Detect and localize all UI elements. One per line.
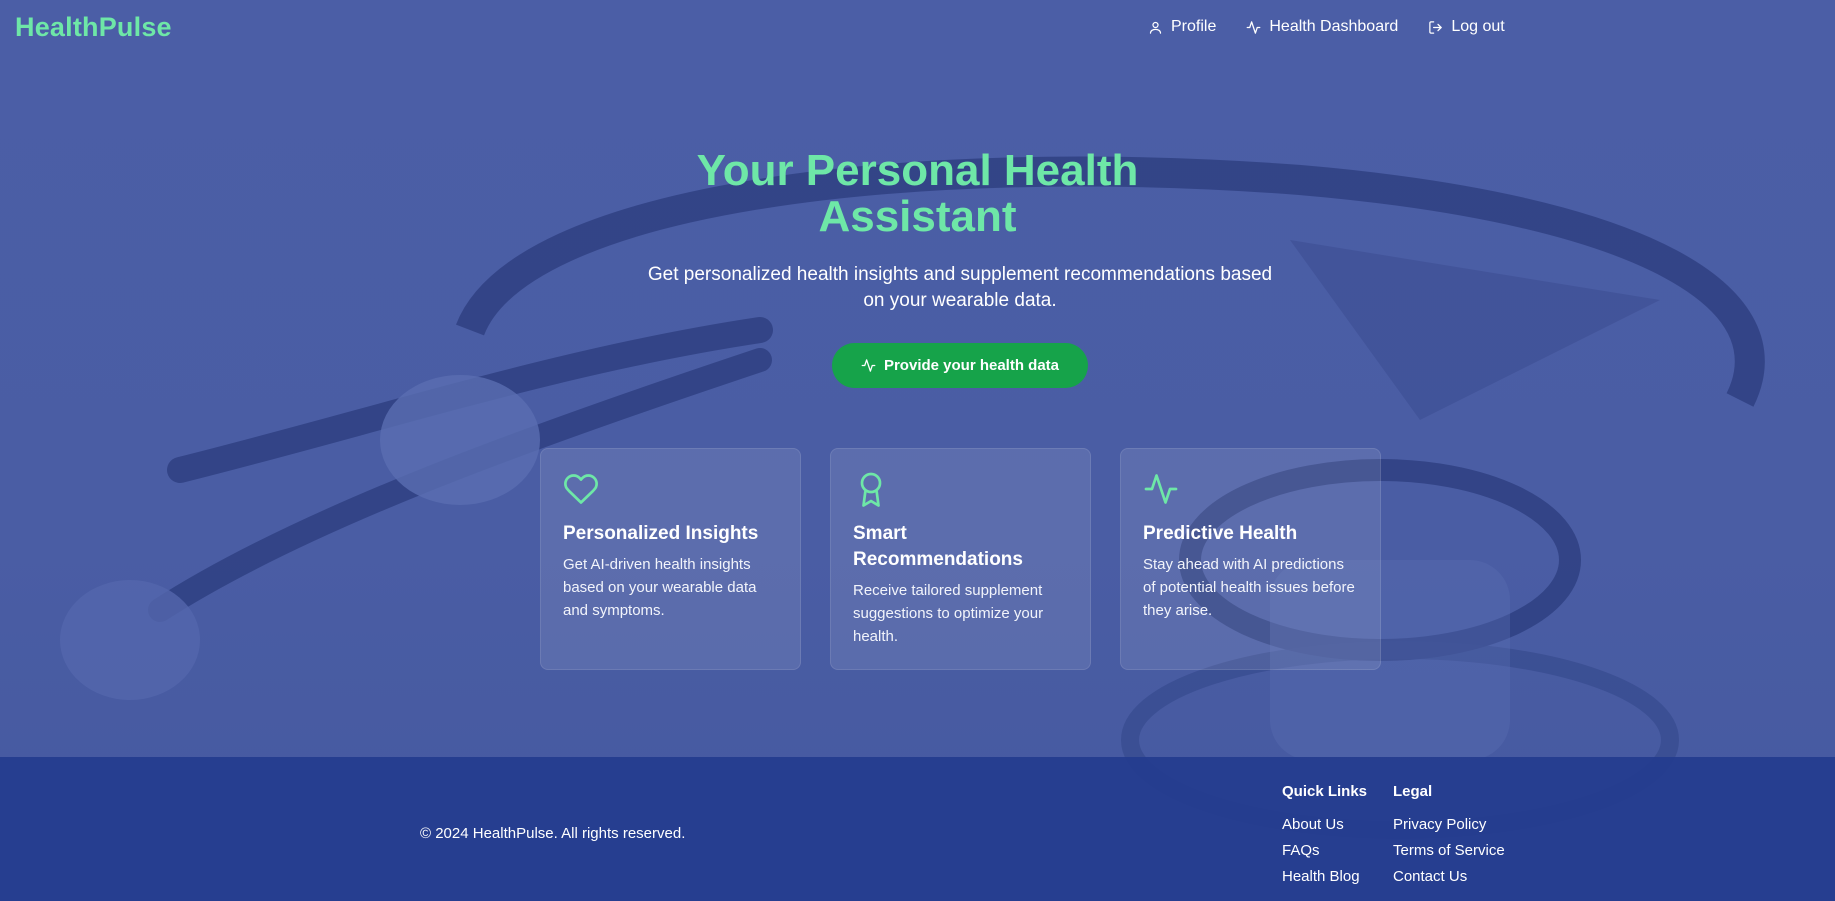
feature-title: Personalized Insights (563, 523, 759, 544)
activity-icon (861, 359, 876, 372)
footer-link-about-us[interactable]: About Us (1282, 812, 1367, 838)
footer-link-privacy-policy[interactable]: Privacy Policy (1393, 812, 1505, 838)
award-icon (860, 472, 882, 507)
logo[interactable]: HealthPulse (15, 12, 172, 43)
feature-text: Get AI-driven health insights based on y… (563, 556, 757, 619)
copyright-text: © 2024 HealthPulse. All rights reserved. (420, 825, 686, 842)
feature-title: Predictive Health (1143, 523, 1298, 544)
feature-text: Stay ahead with AI predictions of potent… (1143, 556, 1355, 619)
footer-legal: Legal Privacy Policy Terms of Service Co… (1393, 783, 1505, 890)
nav-logout[interactable]: Log out (1428, 18, 1505, 36)
user-icon (1149, 21, 1162, 34)
nav-health-dashboard-label: Health Dashboard (1269, 18, 1399, 35)
hero-title-line-2: Assistant (818, 192, 1017, 241)
footer: © 2024 HealthPulse. All rights reserved.… (0, 757, 1835, 901)
footer-link-terms-of-service[interactable]: Terms of Service (1393, 838, 1505, 864)
hero-subtitle: Get personalized health insights and sup… (647, 264, 1273, 311)
footer-legal-heading: Legal (1393, 783, 1433, 800)
nav-health-dashboard[interactable]: Health Dashboard (1246, 18, 1398, 36)
activity-icon (1144, 474, 1178, 504)
logout-icon (1429, 20, 1443, 34)
heart-icon (564, 474, 598, 504)
footer-quick-links: Quick Links About Us FAQs Health Blog (1282, 783, 1367, 890)
nav-logout-label: Log out (1451, 18, 1505, 35)
nav-profile-label: Profile (1171, 18, 1217, 35)
cta-label: Provide your health data (883, 357, 1060, 374)
provide-health-data-button[interactable]: Provide your health data (832, 343, 1088, 388)
hero-title-line-1: Your Personal Health (696, 146, 1139, 195)
top-navbar: HealthPulse Profile Health Dashboard Log… (0, 0, 1835, 58)
footer-quick-links-heading: Quick Links (1282, 783, 1368, 800)
hero-title: Your Personal Health Assistant (0, 148, 1835, 240)
main-nav: Profile Health Dashboard Log out (1148, 18, 1505, 36)
activity-icon (1246, 20, 1261, 34)
nav-profile[interactable]: Profile (1148, 18, 1216, 36)
feature-text: Receive tailored supplement suggestions … (853, 582, 1044, 645)
feature-card-smart-recommendations: Smart Recommendations Receive tailored s… (830, 448, 1091, 670)
footer-link-faqs[interactable]: FAQs (1282, 838, 1367, 864)
footer-link-health-blog[interactable]: Health Blog (1282, 864, 1367, 890)
feature-card-predictive-health: Predictive Health Stay ahead with AI pre… (1120, 448, 1381, 670)
footer-link-contact-us[interactable]: Contact Us (1393, 864, 1505, 890)
feature-card-personalized-insights: Personalized Insights Get AI-driven heal… (540, 448, 801, 670)
feature-title: Smart Recommendations (853, 523, 1023, 570)
